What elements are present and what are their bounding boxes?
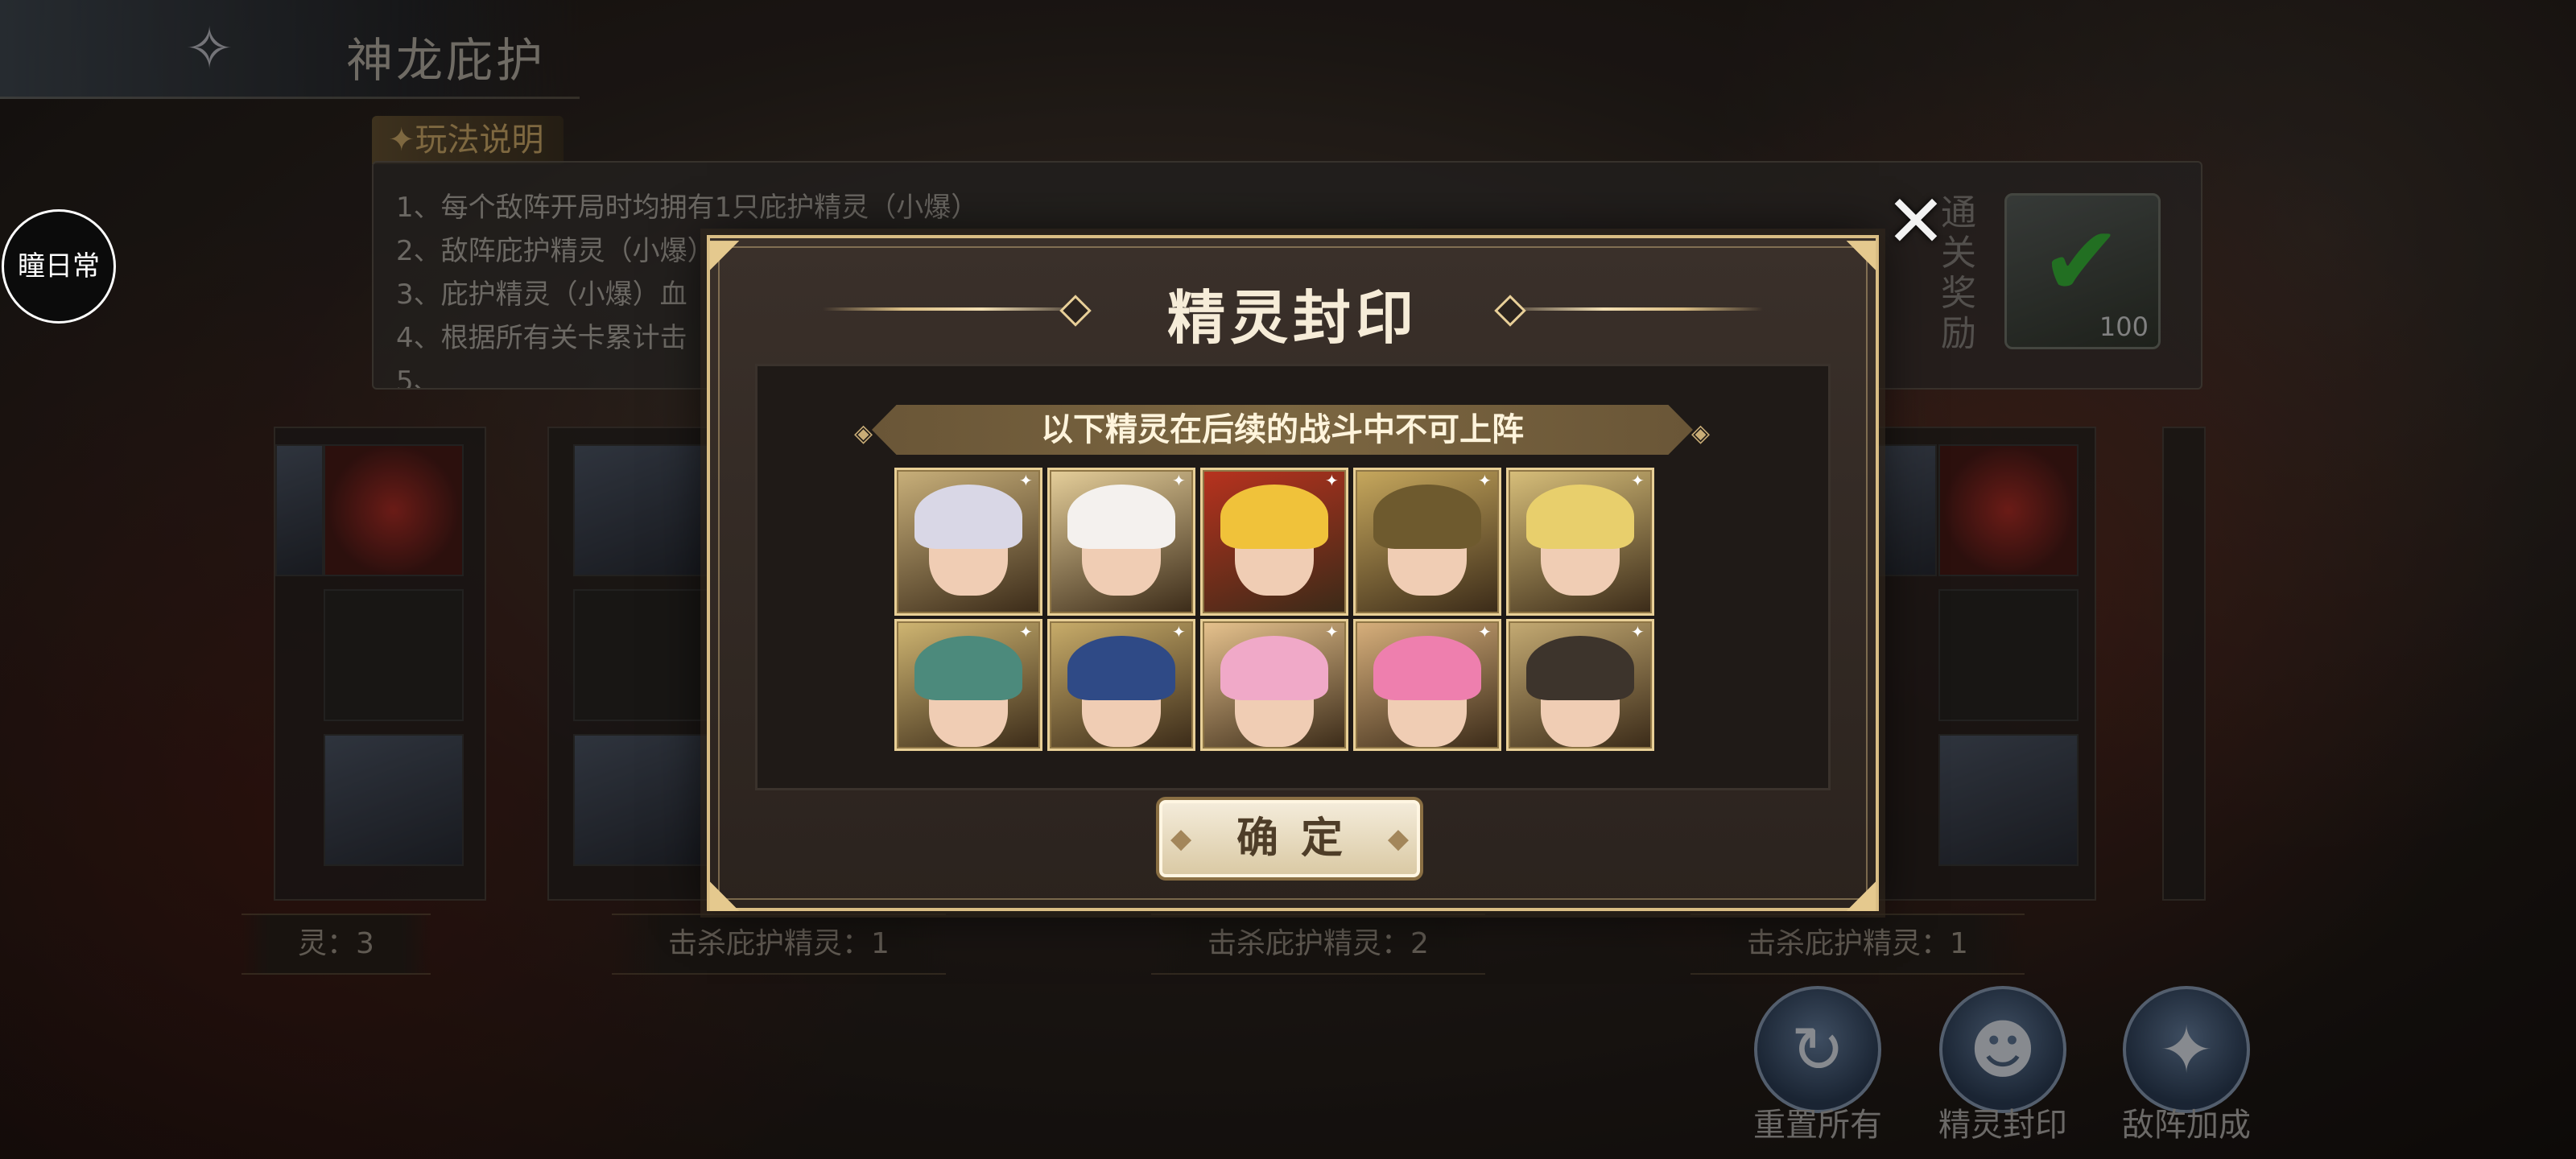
spirit-hair	[1526, 636, 1634, 700]
stage-slot	[275, 444, 324, 576]
stage-kill-count: 击杀庇护精灵：1	[1690, 914, 2025, 975]
dialog-title: 精灵封印	[1166, 283, 1418, 352]
spirit-hair	[1067, 636, 1175, 700]
stage-slot	[324, 444, 464, 576]
rule-line: 4、根据所有关卡累计击	[396, 322, 687, 354]
stage-slot	[324, 589, 464, 721]
dragon-emblem-icon: ✧	[184, 14, 234, 82]
element-badge-icon: ✦	[1172, 471, 1186, 490]
stage-slot	[1938, 734, 2079, 866]
close-icon[interactable]: ✕	[1884, 186, 1948, 258]
stage-kill-count: 击杀庇护精灵：2	[1151, 914, 1485, 975]
sealed-spirit-portrait: ✦	[1047, 468, 1195, 616]
spirit-hair	[1373, 636, 1481, 700]
spirit-hair	[1526, 485, 1634, 549]
reward-count: 100	[2099, 311, 2149, 342]
corner-ornament-icon: ◢	[1846, 871, 1876, 916]
spirit-hair	[1220, 636, 1328, 700]
stage-slot	[573, 734, 713, 866]
stage-slot	[1869, 444, 1937, 576]
stage-card[interactable]	[274, 427, 486, 901]
reset-icon: ↻	[1754, 986, 1881, 1113]
rule-line: 5、	[396, 365, 441, 390]
sealed-spirit-portrait: ✦	[1353, 468, 1501, 616]
page-title: 神龙庇护	[346, 33, 547, 88]
spirit-seal-button[interactable]: ☻ 精灵封印	[1930, 986, 2075, 1145]
sealed-spirit-portrait: ✦	[1353, 619, 1501, 751]
confirm-button[interactable]: 确定	[1156, 797, 1423, 881]
corner-ornament-icon: ◣	[709, 871, 740, 916]
stage-slot	[324, 734, 464, 866]
banner-ornament-icon: ◈	[1691, 419, 1711, 448]
action-label: 敌阵加成	[2122, 1107, 2251, 1144]
rule-line: 2、敌阵庇护精灵（小爆）	[396, 235, 715, 267]
stage-kill-count: 击杀庇护精灵：1	[612, 914, 946, 975]
spirit-hair	[914, 636, 1022, 700]
reset-all-button[interactable]: ↻ 重置所有	[1745, 986, 1890, 1145]
action-label: 重置所有	[1753, 1107, 1882, 1144]
spirit-seal-dialog: ◤ ◥ ◣ ◢ 精灵封印 ◈ 以下精灵在后续的战斗中不可上阵 ◈ ✦ ✦ ✦ ✦ ✦ ✦ ✦…	[707, 230, 1879, 916]
element-badge-icon: ✦	[1631, 471, 1645, 490]
header-bar: ✧ 神龙庇护	[0, 0, 580, 99]
rule-line: 3、庇护精灵（小爆）血	[396, 278, 687, 311]
sealed-spirit-portrait: ✦	[1506, 468, 1654, 616]
spirit-seal-icon: ☻	[1939, 986, 2066, 1113]
rule-line: 1、每个敌阵开局时均拥有1只庇护精灵（小爆）	[396, 192, 979, 224]
element-badge-icon: ✦	[1172, 622, 1186, 641]
stage-slot	[1938, 589, 2079, 721]
spirit-hair	[914, 485, 1022, 549]
element-badge-icon: ✦	[1019, 622, 1033, 641]
sealed-spirits-panel: ◈ 以下精灵在后续的战斗中不可上阵 ◈ ✦ ✦ ✦ ✦ ✦ ✦ ✦ ✦ ✦ ✦	[755, 364, 1831, 790]
enemy-buff-icon: ✦	[2123, 986, 2250, 1113]
spirit-hair	[1373, 485, 1481, 549]
sealed-spirit-portrait: ✦	[1047, 619, 1195, 751]
stage-card[interactable]	[1868, 427, 2096, 901]
element-badge-icon: ✦	[1325, 622, 1339, 641]
stage-slot	[573, 589, 713, 721]
sealed-spirit-portrait: ✦	[1200, 468, 1348, 616]
banner-ornament-icon: ◈	[854, 419, 873, 448]
sealed-spirit-portrait: ✦	[1506, 619, 1654, 751]
stage-kill-count: 灵：3	[242, 914, 431, 975]
stage-slot	[573, 444, 713, 576]
enemy-buff-button[interactable]: ✦ 敌阵加成	[2114, 986, 2259, 1145]
action-label: 精灵封印	[1938, 1107, 2067, 1144]
spirit-hair	[1067, 485, 1175, 549]
element-badge-icon: ✦	[1478, 622, 1492, 641]
sealed-spirit-portrait: ✦	[1200, 619, 1348, 751]
sealed-spirit-portrait: ✦	[894, 468, 1042, 616]
sealed-spirit-portrait: ✦	[894, 619, 1042, 751]
green-check-icon: ✔	[2041, 206, 2122, 318]
sealed-notice-banner: 以下精灵在后续的战斗中不可上阵	[872, 405, 1693, 455]
spirit-hair	[1220, 485, 1328, 549]
stage-card[interactable]	[2162, 427, 2206, 901]
rules-tab: ✦玩法说明	[372, 116, 564, 164]
clear-reward-item[interactable]: ✔ 100	[2004, 193, 2161, 349]
stage-slot	[1938, 444, 2079, 576]
corner-ornament-icon: ◥	[1846, 230, 1876, 275]
daily-badge[interactable]: 瞳日常	[2, 209, 116, 324]
element-badge-icon: ✦	[1019, 471, 1033, 490]
element-badge-icon: ✦	[1478, 471, 1492, 490]
corner-ornament-icon: ◤	[709, 230, 740, 275]
element-badge-icon: ✦	[1631, 622, 1645, 641]
element-badge-icon: ✦	[1325, 471, 1339, 490]
